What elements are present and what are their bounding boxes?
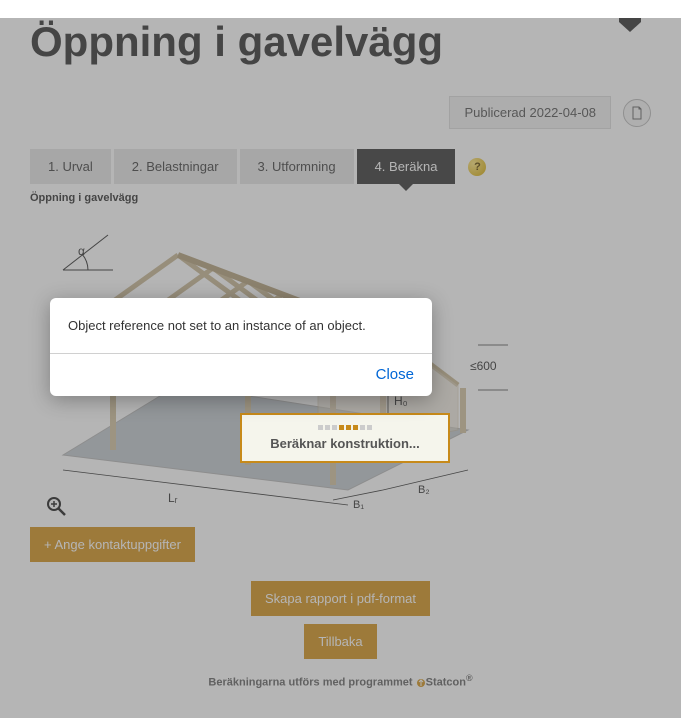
error-dialog: Object reference not set to an instance …	[50, 298, 432, 396]
close-button[interactable]: Close	[376, 366, 414, 383]
calculating-text: Beräknar konstruktion...	[254, 436, 436, 451]
error-message: Object reference not set to an instance …	[50, 298, 432, 353]
calculating-indicator: Beräknar konstruktion...	[240, 413, 450, 463]
